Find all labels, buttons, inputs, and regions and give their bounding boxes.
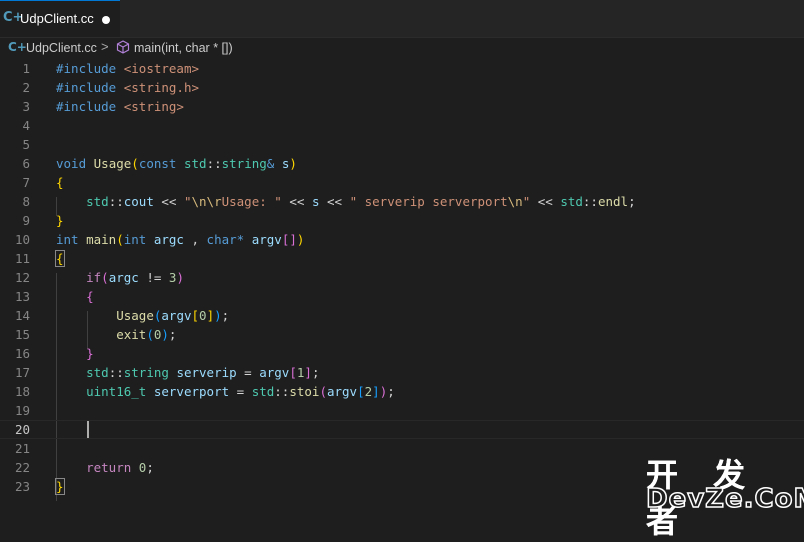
line-number: 20: [14, 422, 30, 437]
line-number: 21: [14, 441, 30, 456]
code-text: std::cout << "\n\rUsage: " << s << " ser…: [86, 194, 636, 209]
code-text: void Usage(const std::string& s): [56, 156, 297, 171]
line-number: 22: [14, 460, 30, 475]
line-number: 3: [22, 99, 30, 114]
breadcrumb: C+ UdpClient.cc > main(int, char * []): [0, 38, 804, 58]
line-number: 18: [14, 384, 30, 399]
line-number: 14: [14, 308, 30, 323]
line-number: 10: [14, 232, 30, 247]
code-line[interactable]: 2 #include <string.h>: [0, 78, 804, 97]
line-number: 19: [14, 403, 30, 418]
tab-label: UdpClient.cc: [20, 11, 94, 26]
code-line[interactable]: 15 exit(0);: [0, 325, 804, 344]
code-line[interactable]: 19: [0, 401, 804, 420]
line-number: 2: [22, 80, 30, 95]
code-line[interactable]: 3 #include <string>: [0, 97, 804, 116]
line-number: 23: [14, 479, 30, 494]
code-text: #include <iostream>: [56, 61, 200, 76]
code-line[interactable]: 18 uint16_t serverport = std::stoi(argv[…: [0, 382, 804, 401]
code-text: {: [86, 289, 94, 304]
line-number: 7: [22, 175, 30, 190]
watermark-en: DevZe.CoM: [645, 483, 804, 515]
line-number: 11: [14, 251, 30, 266]
tab-bar: C+ UdpClient.cc: [0, 0, 804, 38]
line-number: 9: [22, 213, 30, 228]
code-text: {: [56, 175, 64, 190]
code-text: }: [55, 478, 65, 495]
chevron-right-icon: >: [101, 39, 109, 54]
code-line[interactable]: 1 #include <iostream>: [0, 59, 804, 78]
tab-udpclient[interactable]: C+ UdpClient.cc: [0, 0, 120, 37]
line-number: 12: [14, 270, 30, 285]
breadcrumb-file[interactable]: UdpClient.cc: [26, 41, 97, 55]
code-text: Usage(argv[0]);: [116, 308, 230, 323]
code-line[interactable]: 10 int main(int argc , char* argv[]): [0, 230, 804, 249]
text-cursor: [87, 421, 89, 438]
line-number: 8: [22, 194, 30, 209]
line-number: 5: [22, 137, 30, 152]
code-line[interactable]: 6 void Usage(const std::string& s): [0, 154, 804, 173]
code-line[interactable]: 17 std::string serverip = argv[1];: [0, 363, 804, 382]
code-line[interactable]: 11 {: [0, 249, 804, 268]
code-text: exit(0);: [116, 327, 177, 342]
line-number: 1: [22, 61, 30, 76]
code-text: #include <string>: [56, 99, 184, 114]
breadcrumb-symbol[interactable]: main(int, char * []): [134, 41, 233, 55]
code-text: #include <string.h>: [56, 80, 200, 95]
line-number: 15: [14, 327, 30, 342]
line-number: 13: [14, 289, 30, 304]
method-cube-icon: [116, 40, 130, 57]
code-line[interactable]: 4: [0, 116, 804, 135]
code-text: int main(int argc , char* argv[]): [56, 232, 305, 247]
code-text: }: [86, 346, 94, 361]
line-number: 4: [22, 118, 30, 133]
code-line[interactable]: 13 {: [0, 287, 804, 306]
code-line[interactable]: 8 std::cout << "\n\rUsage: " << s << " s…: [0, 192, 804, 211]
code-line[interactable]: 16 }: [0, 344, 804, 363]
code-text: {: [55, 250, 65, 267]
code-line[interactable]: 7{: [0, 173, 804, 192]
code-text: }: [56, 213, 64, 228]
code-line[interactable]: 5: [0, 135, 804, 154]
site-watermark: 开 发 者 DevZe.CoM: [644, 450, 804, 540]
unsaved-dot-icon[interactable]: [102, 16, 110, 24]
code-text: return 0;: [86, 460, 154, 475]
code-line[interactable]: 12 if(argc != 3): [0, 268, 804, 287]
code-line[interactable]: 14 Usage(argv[0]);: [0, 306, 804, 325]
line-number: 16: [14, 346, 30, 361]
code-line[interactable]: 9}: [0, 211, 804, 230]
code-text: std::string serverip = argv[1];: [86, 365, 320, 380]
active-code-line[interactable]: 20: [0, 420, 804, 439]
line-number: 17: [14, 365, 30, 380]
code-text: if(argc != 3): [86, 270, 184, 285]
cpp-file-icon: C+: [8, 40, 27, 54]
line-number: 6: [22, 156, 30, 171]
code-text: uint16_t serverport = std::stoi(argv[2])…: [86, 384, 395, 399]
